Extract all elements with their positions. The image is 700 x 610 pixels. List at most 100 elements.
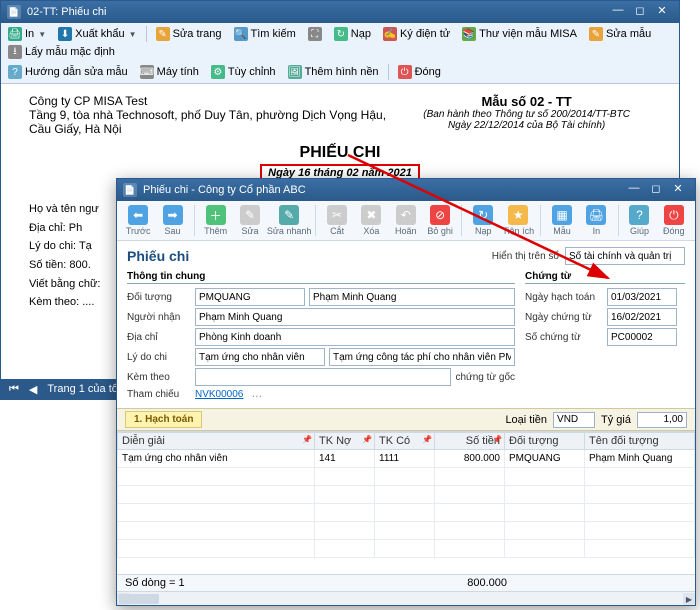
rate-input[interactable]: [637, 412, 687, 428]
lbl-reason: Lý do chi: [127, 352, 191, 363]
display-select[interactable]: [565, 247, 685, 265]
print-button[interactable]: 🖨In▼: [5, 26, 49, 42]
row-count: Số dòng = 1: [125, 577, 185, 589]
doc-title: PHIẾU CHI: [29, 144, 651, 162]
quickedit-button[interactable]: ✎Sửa nhanh: [269, 205, 309, 236]
form-number: Mẫu số 02 - TT: [402, 94, 651, 109]
reason-select[interactable]: [195, 348, 325, 366]
entries-grid[interactable]: Diễn giải📌 TK Nợ📌 TK Có📌 Số tiền📌 Đối tư…: [117, 431, 695, 574]
form-sub1: (Ban hành theo Thông tư số 200/2014/TT-B…: [402, 109, 651, 120]
maximize-button[interactable]: ◻: [629, 4, 651, 20]
col-tkco[interactable]: TK Có📌: [375, 433, 435, 450]
col-objname[interactable]: Tên đối tượng: [585, 433, 695, 450]
win2-title: Phiếu chi - Công ty Cổ phần ABC: [143, 184, 623, 196]
reason-detail-input[interactable]: [329, 348, 515, 366]
grid-row[interactable]: Tạm ứng cho nhân viên 141 1111 800.000 P…: [118, 450, 695, 468]
undo-button[interactable]: ↶Hoãn: [391, 205, 421, 236]
h-scrollbar[interactable]: ◀ ▶: [117, 591, 695, 605]
lbl-vdate: Ngày chứng từ: [525, 312, 603, 323]
print2-button[interactable]: 🖨In: [581, 205, 611, 236]
voucher-icon: 📄: [123, 183, 137, 197]
col-tkno[interactable]: TK Nợ📌: [315, 433, 375, 450]
lbl-address: Địa chỉ: [127, 332, 191, 343]
col-amount[interactable]: Số tiền📌: [435, 433, 505, 450]
cell-desc[interactable]: Tạm ứng cho nhân viên: [118, 450, 315, 468]
guide-button[interactable]: ?Hướng dẫn sửa mẫu: [5, 64, 131, 80]
template-button[interactable]: ▦Mẫu: [547, 205, 577, 236]
col-desc[interactable]: Diễn giải📌: [118, 433, 315, 450]
close-button[interactable]: ✕: [651, 4, 673, 20]
accounting-date-input[interactable]: [607, 288, 677, 306]
cell-tkno[interactable]: 141: [315, 450, 375, 468]
company-name: Công ty CP MISA Test: [29, 94, 390, 108]
library-button[interactable]: 📚Thư viện mẫu MISA: [459, 26, 580, 42]
grid-footer: Số dòng = 1 800.000: [117, 574, 695, 591]
next-button[interactable]: ➡Sau: [157, 205, 187, 236]
custom-button[interactable]: ⚙Tùy chỉnh: [208, 64, 279, 80]
export-button[interactable]: ⬇Xuất khẩu▼: [55, 26, 139, 42]
lbl-accdate: Ngày hạch toán: [525, 292, 603, 303]
form-title: Phiếu chi: [127, 248, 189, 264]
unwrite-button[interactable]: ⊘Bỏ ghi: [425, 205, 455, 236]
editform-button[interactable]: ✎Sửa mẫu: [586, 26, 654, 42]
nav-first-icon[interactable]: ⏮: [9, 383, 19, 396]
col-obj[interactable]: Đối tượng: [505, 433, 585, 450]
win1-titlebar: 📄 02-TT: Phiếu chi — ◻ ✕: [1, 1, 679, 23]
utility-button[interactable]: ★Tiện ích: [502, 205, 534, 236]
cut-button[interactable]: ✂Cắt: [322, 205, 352, 236]
nav-prev-icon[interactable]: ◀: [29, 383, 37, 396]
receiver-input[interactable]: [195, 308, 515, 326]
bgimage-button[interactable]: 🖼Thêm hình nền: [285, 64, 382, 80]
app-icon: 📄: [7, 5, 21, 19]
win2-close[interactable]: ✕: [667, 182, 689, 198]
minimize-button[interactable]: —: [607, 4, 629, 20]
tab-row: 1. Hạch toán Loại tiền Tỷ giá: [117, 408, 695, 431]
ref-link[interactable]: NVK00006: [195, 389, 243, 400]
sign-button[interactable]: ✍Ký điện tử: [380, 26, 453, 42]
lbl-docno: Số chứng từ: [525, 332, 603, 343]
reload-button[interactable]: ↻Nạp: [468, 205, 498, 236]
scroll-right-icon[interactable]: ▶: [683, 593, 695, 605]
group-general: Thông tin chung: [127, 271, 515, 284]
tab-accounting[interactable]: 1. Hạch toán: [125, 411, 202, 428]
lbl-receiver: Người nhận: [127, 312, 191, 323]
form-sub2: Ngày 22/12/2014 của Bộ Tài chính): [402, 120, 651, 131]
cell-objname[interactable]: Phạm Minh Quang: [585, 450, 695, 468]
cell-amount[interactable]: 800.000: [435, 450, 505, 468]
object-name-input[interactable]: [309, 288, 515, 306]
scroll-thumb[interactable]: [119, 594, 159, 604]
win2-maximize[interactable]: ◻: [645, 182, 667, 198]
load-button[interactable]: ↻Nạp: [331, 26, 374, 42]
win1-title: 02-TT: Phiếu chi: [27, 6, 607, 18]
attach-input[interactable]: [195, 368, 451, 386]
zoom-control[interactable]: ⛶: [305, 26, 325, 42]
win2-titlebar: 📄 Phiếu chi - Công ty Cổ phần ABC — ◻ ✕: [117, 179, 695, 201]
win2-toolbar: ⬅Trước ➡Sau ＋Thêm ✎Sửa ✎Sửa nhanh ✂Cắt ✖…: [117, 201, 695, 241]
voucher-date-input[interactable]: [607, 308, 677, 326]
lbl-attach: Kèm theo: [127, 372, 191, 383]
editpage-button[interactable]: ✎Sửa trang: [153, 26, 225, 42]
cell-obj[interactable]: PMQUANG: [505, 450, 585, 468]
calc-button[interactable]: ⌨Máy tính: [137, 64, 202, 80]
address-input[interactable]: [195, 328, 515, 346]
sum-amount: 800.000: [467, 577, 507, 589]
default-button[interactable]: ⭳Lấy mẫu mặc định: [5, 44, 118, 60]
delete-button[interactable]: ✖Xóa: [356, 205, 386, 236]
currency-input[interactable]: [553, 412, 595, 428]
object-code-input[interactable]: [195, 288, 305, 306]
find-button[interactable]: 🔍Tìm kiếm: [231, 26, 299, 42]
ref-more-icon[interactable]: …: [251, 388, 262, 400]
cell-tkco[interactable]: 1111: [375, 450, 435, 468]
edit-button[interactable]: ✎Sửa: [235, 205, 265, 236]
close2-button[interactable]: ⏻Đóng: [659, 205, 689, 236]
company-address: Tầng 9, tòa nhà Technosoft, phố Duy Tân,…: [29, 108, 390, 136]
help-button[interactable]: ?Giúp: [624, 205, 654, 236]
rate-label: Tỷ giá: [601, 414, 631, 426]
voucher-no-input[interactable]: [607, 328, 677, 346]
prev-button[interactable]: ⬅Trước: [123, 205, 153, 236]
close-doc-button[interactable]: ⏻Đóng: [395, 64, 444, 80]
group-voucher: Chứng từ: [525, 271, 685, 284]
attach-suffix: chứng từ gốc: [455, 372, 515, 383]
win2-minimize[interactable]: —: [623, 182, 645, 198]
add-button[interactable]: ＋Thêm: [200, 205, 230, 236]
